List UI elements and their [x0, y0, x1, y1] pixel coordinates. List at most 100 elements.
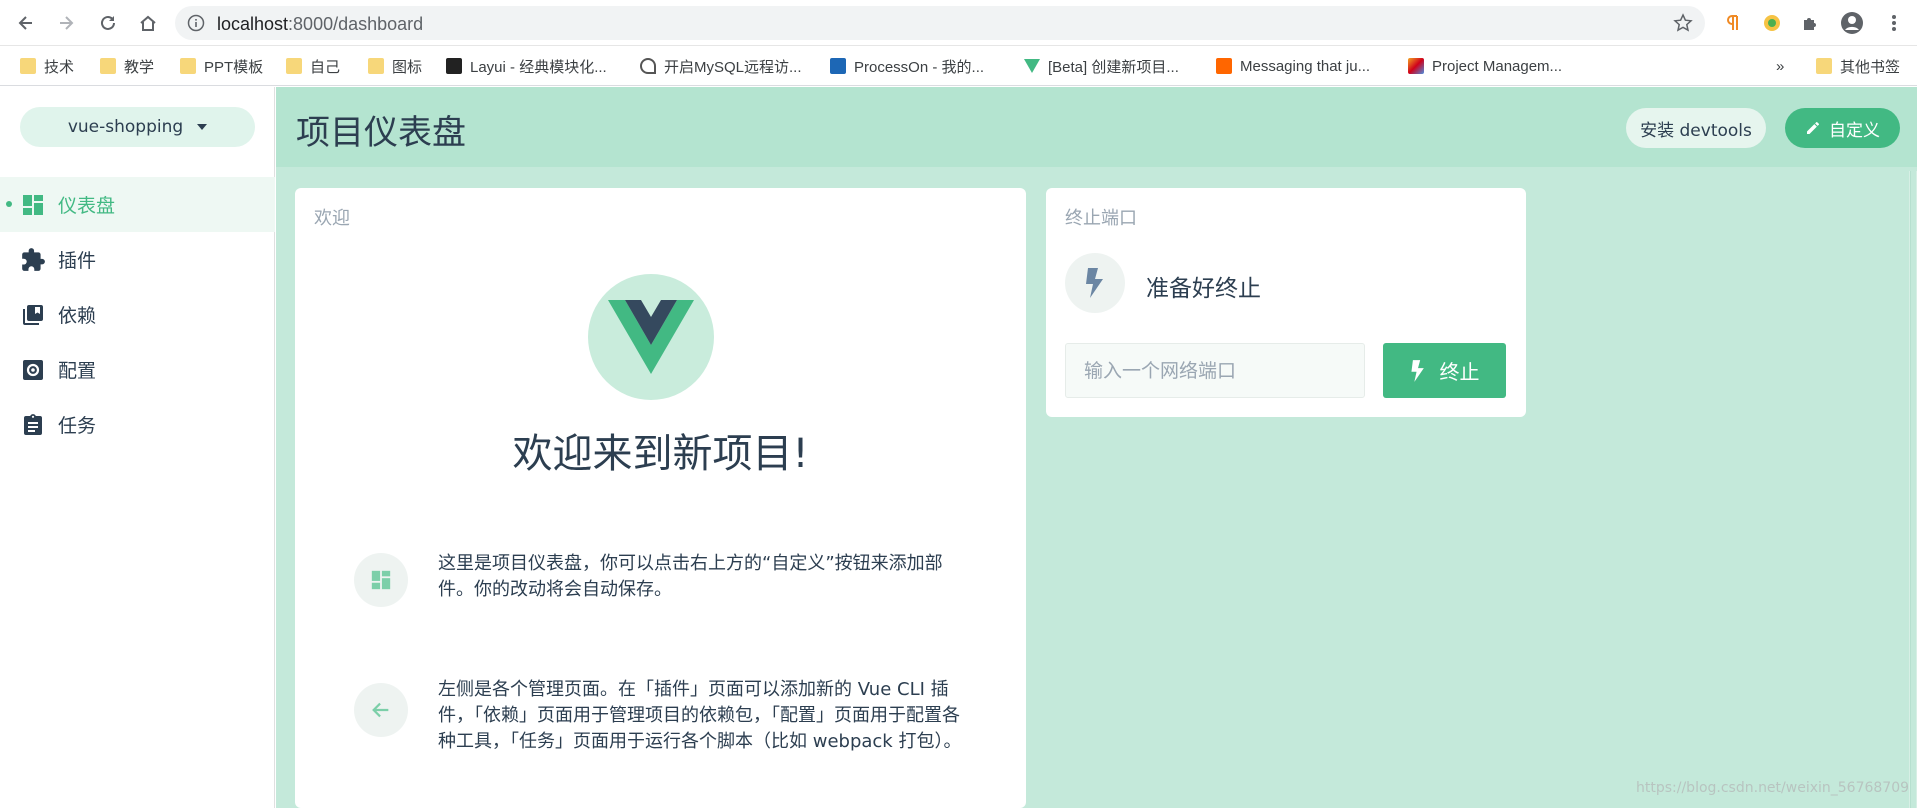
- folder-icon: [20, 58, 36, 74]
- address-bar[interactable]: localhost:8000/dashboard: [175, 6, 1705, 40]
- scrollbar-thumb[interactable]: [1910, 171, 1916, 808]
- library-books-icon: [20, 302, 46, 328]
- bookmark-label: 教学: [124, 58, 155, 76]
- sidebar-item-configuration[interactable]: 配置: [0, 342, 275, 397]
- bookmark-link[interactable]: ProcessOn - 我的...: [830, 54, 984, 78]
- sidebar-item-tasks[interactable]: 任务: [0, 397, 275, 452]
- customize-label: 自定义: [1829, 120, 1880, 141]
- reload-icon[interactable]: [94, 9, 122, 37]
- bookmark-folder[interactable]: 技术: [20, 54, 74, 78]
- bookmarks-bar: 技术 教学 PPT模板 自己 图标 Layui - 经典模块化... 开启MyS…: [0, 46, 1917, 86]
- widget-title: 终止端口: [1065, 208, 1137, 229]
- bookmark-label: [Beta] 创建新项目...: [1048, 58, 1179, 76]
- kill-status-text: 准备好终止: [1146, 276, 1261, 302]
- sidebar: vue-shopping 仪表盘 插件 依赖 配置 任务: [0, 87, 275, 808]
- lightning-bolt-icon: [1410, 359, 1424, 382]
- main-content: 项目仪表盘 安装 devtools 自定义 欢迎 欢迎来到新项目! 这里是项目仪…: [276, 87, 1917, 808]
- layui-favicon-icon: [446, 58, 462, 74]
- sidebar-item-plugins[interactable]: 插件: [0, 232, 275, 287]
- profile-avatar-icon[interactable]: [1840, 11, 1864, 35]
- csdn-watermark: https://blog.csdn.net/weixin_56768709: [1636, 780, 1910, 796]
- arrow-left-icon: [354, 683, 408, 737]
- bookmark-label: Messaging that ju...: [1240, 57, 1371, 75]
- bookmark-label: PPT模板: [204, 58, 264, 76]
- bookmark-label: ProcessOn - 我的...: [854, 58, 985, 76]
- other-bookmarks-label: 其他书签: [1840, 58, 1901, 76]
- jetbrains-favicon-icon: [1408, 58, 1424, 74]
- pilcrow-extension-icon[interactable]: [1722, 11, 1746, 35]
- extensions-puzzle-icon[interactable]: [1798, 11, 1822, 35]
- page-scrollbar[interactable]: [1909, 171, 1917, 808]
- bookmark-label: Project Managem...: [1432, 57, 1563, 75]
- bookmark-folder[interactable]: 教学: [100, 54, 154, 78]
- dashboard-icon: [20, 192, 46, 218]
- home-icon[interactable]: [134, 9, 162, 37]
- bookmark-folder[interactable]: 自己: [286, 54, 340, 78]
- folder-icon: [100, 58, 116, 74]
- page-header: 项目仪表盘 安装 devtools 自定义: [276, 87, 1917, 167]
- more-bookmarks-chevron[interactable]: »: [1776, 54, 1784, 78]
- back-icon[interactable]: [12, 9, 40, 37]
- bookmark-link[interactable]: [Beta] 创建新项目...: [1024, 54, 1179, 78]
- lightning-bolt-icon: [1065, 253, 1125, 313]
- active-indicator: [6, 201, 12, 207]
- folder-icon: [368, 58, 384, 74]
- bookmark-label: 图标: [392, 58, 423, 76]
- kill-port-widget: 终止端口 准备好终止 终止: [1046, 188, 1526, 417]
- customize-button[interactable]: 自定义: [1785, 108, 1900, 148]
- port-input[interactable]: [1065, 343, 1365, 398]
- sidebar-item-label: 任务: [58, 415, 97, 437]
- kill-button[interactable]: 终止: [1383, 343, 1506, 398]
- folder-icon: [286, 58, 302, 74]
- sidebar-item-label: 依赖: [58, 305, 97, 327]
- settings-icon: [20, 357, 46, 383]
- more-bookmarks-label: »: [1776, 57, 1785, 75]
- sidebar-item-dependencies[interactable]: 依赖: [0, 287, 275, 342]
- star-icon[interactable]: [1673, 13, 1693, 37]
- bookmark-label: Layui - 经典模块化...: [470, 58, 607, 76]
- forward-icon[interactable]: [52, 9, 80, 37]
- sidebar-item-label: 插件: [58, 250, 97, 272]
- sidebar-item-label: 配置: [58, 360, 97, 382]
- browser-toolbar: localhost:8000/dashboard: [0, 0, 1917, 46]
- processon-favicon-icon: [830, 58, 846, 74]
- bookmark-link[interactable]: Messaging that ju...: [1216, 54, 1370, 78]
- kill-button-label: 终止: [1439, 360, 1480, 384]
- url-host: localhost: [217, 14, 289, 34]
- bookmark-link[interactable]: Layui - 经典模块化...: [446, 54, 607, 78]
- other-bookmarks-folder[interactable]: 其他书签: [1816, 54, 1900, 78]
- clipboard-icon: [20, 412, 46, 438]
- project-name: vue-shopping: [67, 117, 184, 137]
- sidebar-item-dashboard[interactable]: 仪表盘: [0, 177, 275, 232]
- bookmark-label: 开启MySQL远程访...: [664, 58, 802, 76]
- dashboard-tip-icon: [354, 553, 408, 607]
- caret-down-icon: [197, 124, 208, 130]
- extension-badge-icon[interactable]: [1760, 11, 1784, 35]
- puzzle-icon: [20, 247, 46, 273]
- folder-icon: [1816, 58, 1832, 74]
- widget-title: 欢迎: [314, 208, 350, 229]
- bookmark-folder[interactable]: PPT模板: [180, 54, 263, 78]
- bookmark-label: 技术: [44, 58, 75, 76]
- bookmark-label: 自己: [310, 58, 341, 76]
- bookmark-link[interactable]: Project Managem...: [1408, 54, 1562, 78]
- rabbitmq-favicon-icon: [1216, 58, 1232, 74]
- folder-icon: [180, 58, 196, 74]
- navigation-tip-text: 左侧是各个管理页面。在「插件」页面可以添加新的 Vue CLI 插件，「依赖」页…: [438, 679, 962, 752]
- info-icon[interactable]: [187, 14, 205, 36]
- welcome-heading: 欢迎来到新项目!: [512, 431, 809, 477]
- pencil-icon: [1807, 121, 1819, 134]
- welcome-widget: 欢迎 欢迎来到新项目! 这里是项目仪表盘，你可以点击右上方的“自定义”按钮来添加…: [295, 188, 1026, 808]
- install-devtools-button[interactable]: 安装 devtools: [1626, 108, 1766, 148]
- url-text: localhost:8000/dashboard: [217, 14, 423, 35]
- dashboard-tip-text: 这里是项目仪表盘，你可以点击右上方的“自定义”按钮来添加部件。你的改动将会自动保…: [438, 553, 943, 600]
- sidebar-item-label: 仪表盘: [58, 195, 116, 217]
- vue-favicon-icon: [1024, 59, 1040, 73]
- url-path: :8000/dashboard: [288, 14, 424, 34]
- bookmark-folder[interactable]: 图标: [368, 54, 422, 78]
- vue-logo: [588, 274, 714, 400]
- chrome-menu-icon[interactable]: [1882, 11, 1906, 35]
- bookmark-link[interactable]: 开启MySQL远程访...: [640, 54, 802, 78]
- project-select[interactable]: vue-shopping: [20, 107, 255, 147]
- csdn-favicon-icon: [640, 58, 656, 74]
